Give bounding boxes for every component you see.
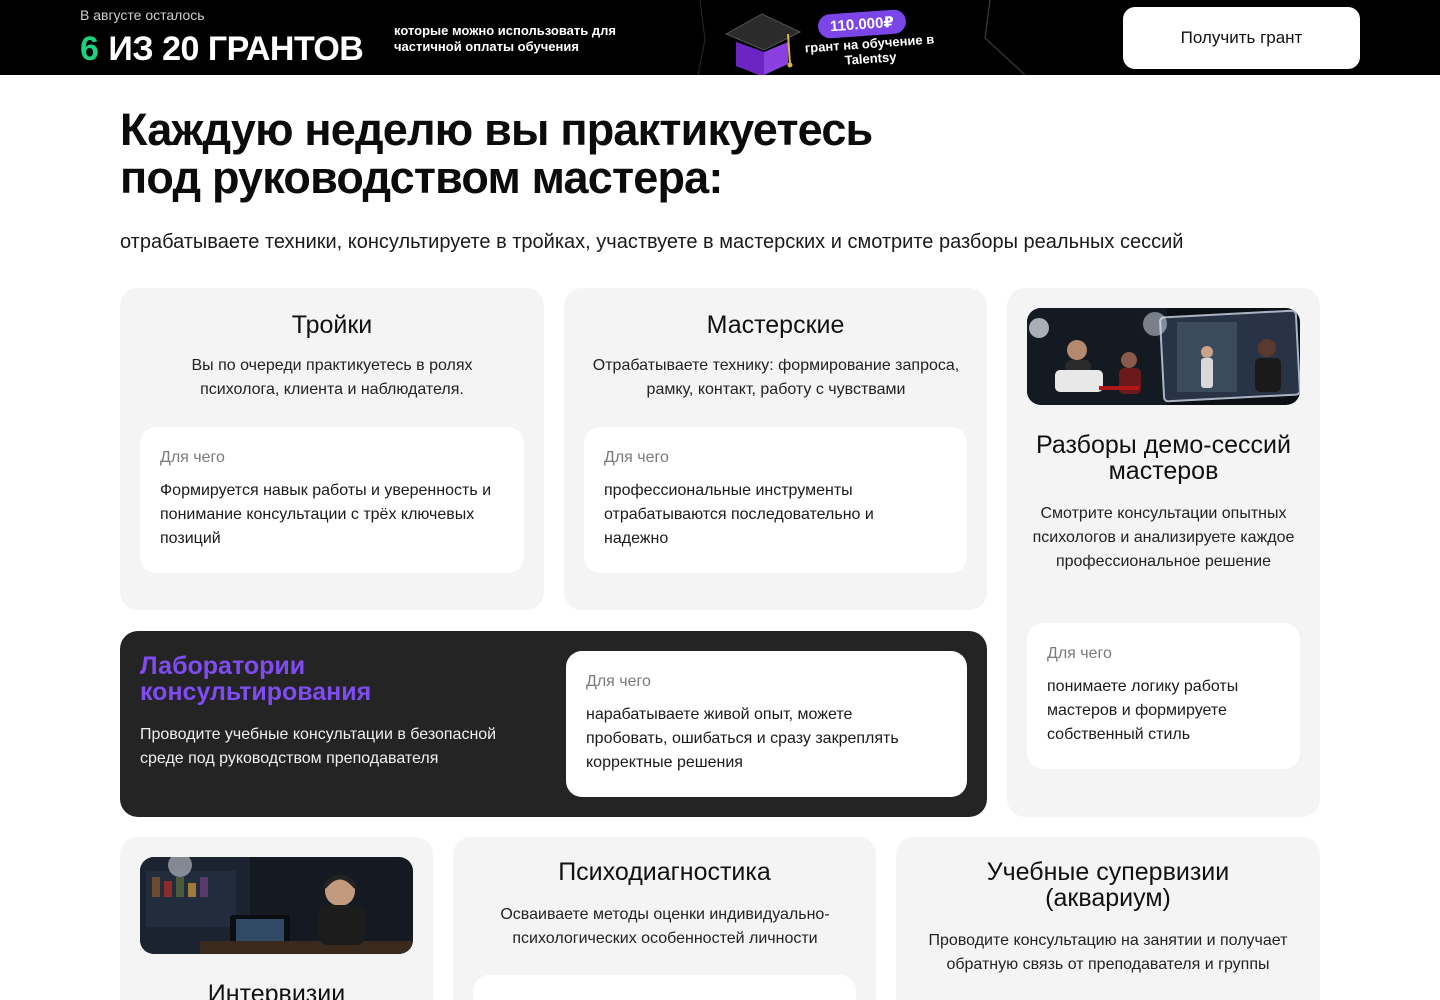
card-description: Проводите консультацию на занятии и полу… xyxy=(928,932,1288,973)
card-description: Проводите учебные консультации в безопас… xyxy=(140,726,497,767)
why-text: профессиональные инструменты отрабатываю… xyxy=(604,482,874,547)
why-box: Для чего профессиональные инструменты от… xyxy=(584,427,967,573)
why-box: Для чего Формируется навык работы и увер… xyxy=(140,427,524,573)
why-text: Формируется навык работы и уверенность и… xyxy=(160,482,492,547)
card-description: Отрабатываете технику: формирование запр… xyxy=(592,357,960,398)
promo-banner: В августе осталось 6 ИЗ 20 ГРАНТОВ которы… xyxy=(0,0,1440,75)
card-razbory: Разборы демо-сессий мастеров Смотрите ко… xyxy=(1007,288,1320,817)
banner-description: которые можно использовать для частичной… xyxy=(394,23,616,54)
card-troiki: Тройки Вы по очереди практикуетесь в рол… xyxy=(120,288,544,610)
get-grant-button[interactable]: Получить грант xyxy=(1123,7,1360,69)
card-title: Разборы демо-сессий мастеров xyxy=(1036,431,1291,485)
card-title: Психодиагностика xyxy=(558,858,771,886)
why-text: понимаете логику работы мастеров и форми… xyxy=(1047,678,1239,743)
grants-count-number: 6 xyxy=(80,30,99,68)
section-title-line-2: под руководством мастера: xyxy=(120,152,723,203)
card-title: Тройки xyxy=(291,311,373,339)
grants-count-text: ИЗ 20 ГРАНТОВ xyxy=(108,30,364,68)
why-box xyxy=(473,975,856,1000)
why-label: Для чего xyxy=(1047,645,1112,662)
intervision-photo xyxy=(140,857,413,954)
card-intervizii: Интервизии xyxy=(120,837,433,1000)
card-description: Смотрите консультации опытных психологов… xyxy=(1032,505,1295,570)
why-box: Для чего понимаете логику работы мастеро… xyxy=(1027,623,1300,769)
graduation-cap-icon xyxy=(724,13,802,75)
card-title: Мастерские xyxy=(706,311,845,339)
banner-remaining-label: В августе осталось xyxy=(80,7,205,23)
card-psychodiag: Психодиагностика Осваиваете методы оценк… xyxy=(453,837,876,1000)
card-title: Лаборатории консультирования xyxy=(140,652,372,706)
card-lab: Лаборатории консультирования Проводите у… xyxy=(120,631,987,817)
section-title: Каждую неделю вы практикуетесь под руков… xyxy=(120,106,1020,202)
section-subtitle: отрабатываете техники, консультируете в … xyxy=(120,231,1184,253)
card-description: Осваиваете методы оценки индивидуально-п… xyxy=(500,906,830,947)
why-label: Для чего xyxy=(586,673,651,690)
demo-session-photo xyxy=(1027,308,1300,405)
card-supervizii: Учебные супервизии (аквариум) Проводите … xyxy=(896,837,1320,1000)
card-title: Учебные супервизии (аквариум) xyxy=(986,858,1230,912)
why-text: нарабатываете живой опыт, можете пробова… xyxy=(586,706,899,771)
section-title-line-1: Каждую неделю вы практикуетесь xyxy=(120,104,873,155)
why-label: Для чего xyxy=(160,449,225,466)
why-label: Для чего xyxy=(604,449,669,466)
card-description: Вы по очереди практикуетесь в ролях псих… xyxy=(191,357,473,398)
card-masterskie: Мастерские Отрабатываете технику: формир… xyxy=(564,288,987,610)
why-box: Для чего нарабатываете живой опыт, может… xyxy=(566,651,967,797)
card-title: Интервизии xyxy=(207,980,346,1000)
grants-counter: 6 ИЗ 20 ГРАНТОВ xyxy=(80,30,364,69)
